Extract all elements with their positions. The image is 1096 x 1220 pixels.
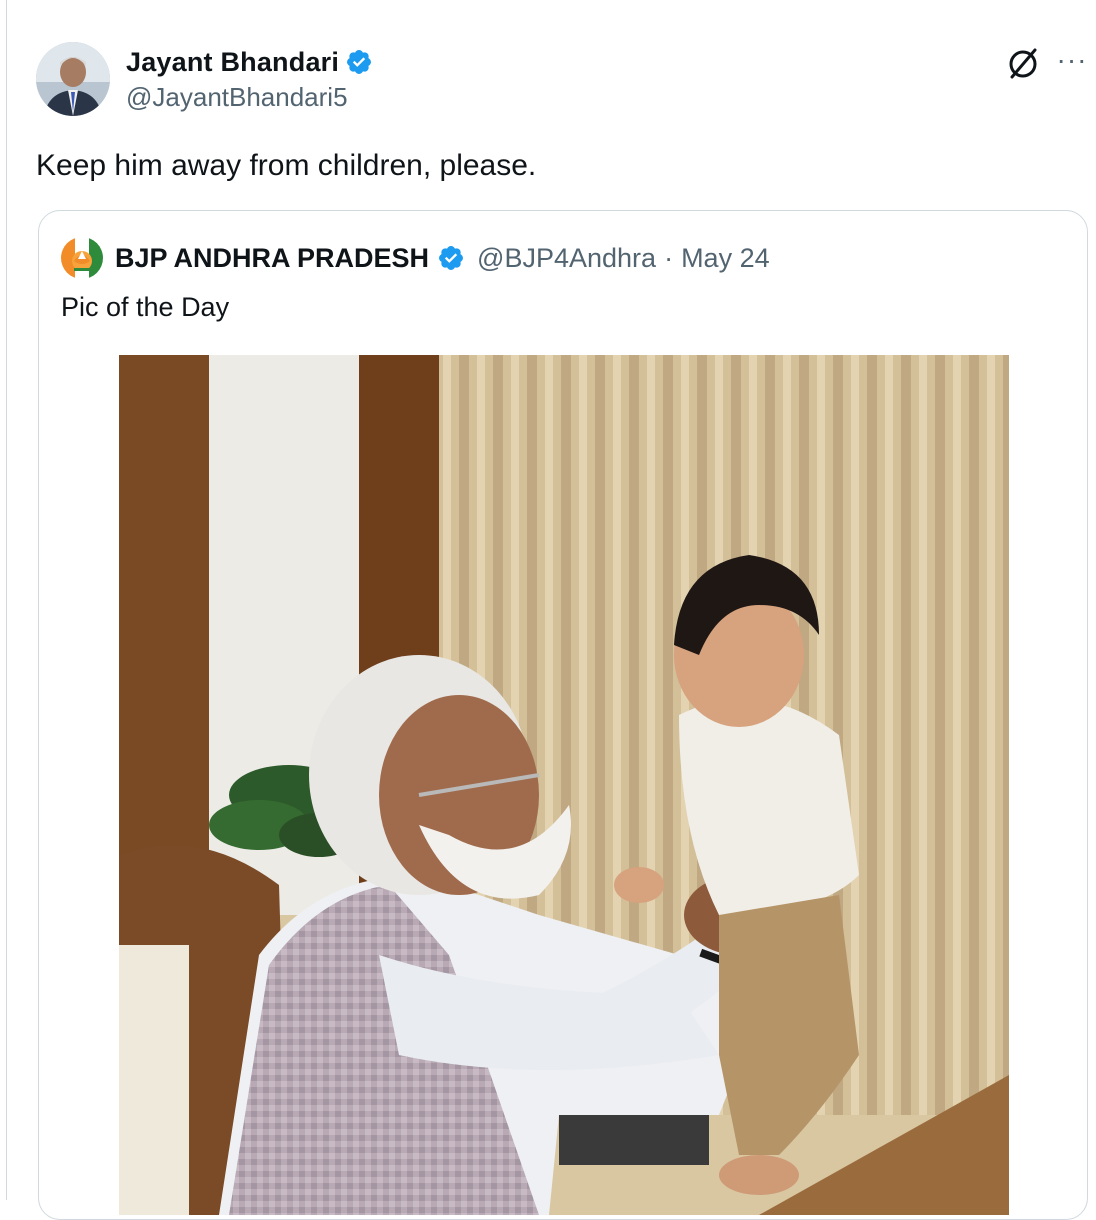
quoted-tweet-header: BJP ANDHRA PRADESH @BJP4Andhra · May 24: [61, 237, 770, 279]
quoted-author-name[interactable]: BJP ANDHRA PRADESH: [115, 243, 429, 274]
grok-icon[interactable]: [1005, 46, 1041, 82]
author-avatar[interactable]: [36, 42, 110, 116]
more-options-icon[interactable]: ···: [1056, 46, 1088, 78]
quoted-tweet-text: Pic of the Day: [61, 292, 230, 322]
author-avatar-image: [36, 42, 110, 116]
author-name-row: Jayant Bhandari: [126, 44, 373, 80]
quoted-author-avatar[interactable]: [61, 237, 103, 279]
date-separator: ·: [664, 242, 674, 273]
verified-badge-icon[interactable]: [437, 244, 465, 272]
quoted-author-handle[interactable]: @BJP4Andhra: [477, 243, 656, 274]
quoted-tweet-card[interactable]: BJP ANDHRA PRADESH @BJP4Andhra · May 24 …: [38, 210, 1088, 1220]
photo-image: [119, 355, 1009, 1215]
tweet-text: Keep him away from children, please.: [36, 149, 537, 182]
quoted-tweet-photo[interactable]: [119, 355, 1009, 1215]
author-name[interactable]: Jayant Bhandari: [126, 47, 339, 78]
bjp-logo-icon: [61, 237, 103, 279]
tweet-header: Jayant Bhandari @JayantBhandari5 ···: [36, 42, 1086, 118]
verified-badge-icon[interactable]: [345, 48, 373, 76]
quoted-tweet-date[interactable]: May 24: [681, 243, 770, 274]
author-handle[interactable]: @JayantBhandari5: [126, 82, 348, 113]
timeline-divider: [6, 0, 7, 1200]
